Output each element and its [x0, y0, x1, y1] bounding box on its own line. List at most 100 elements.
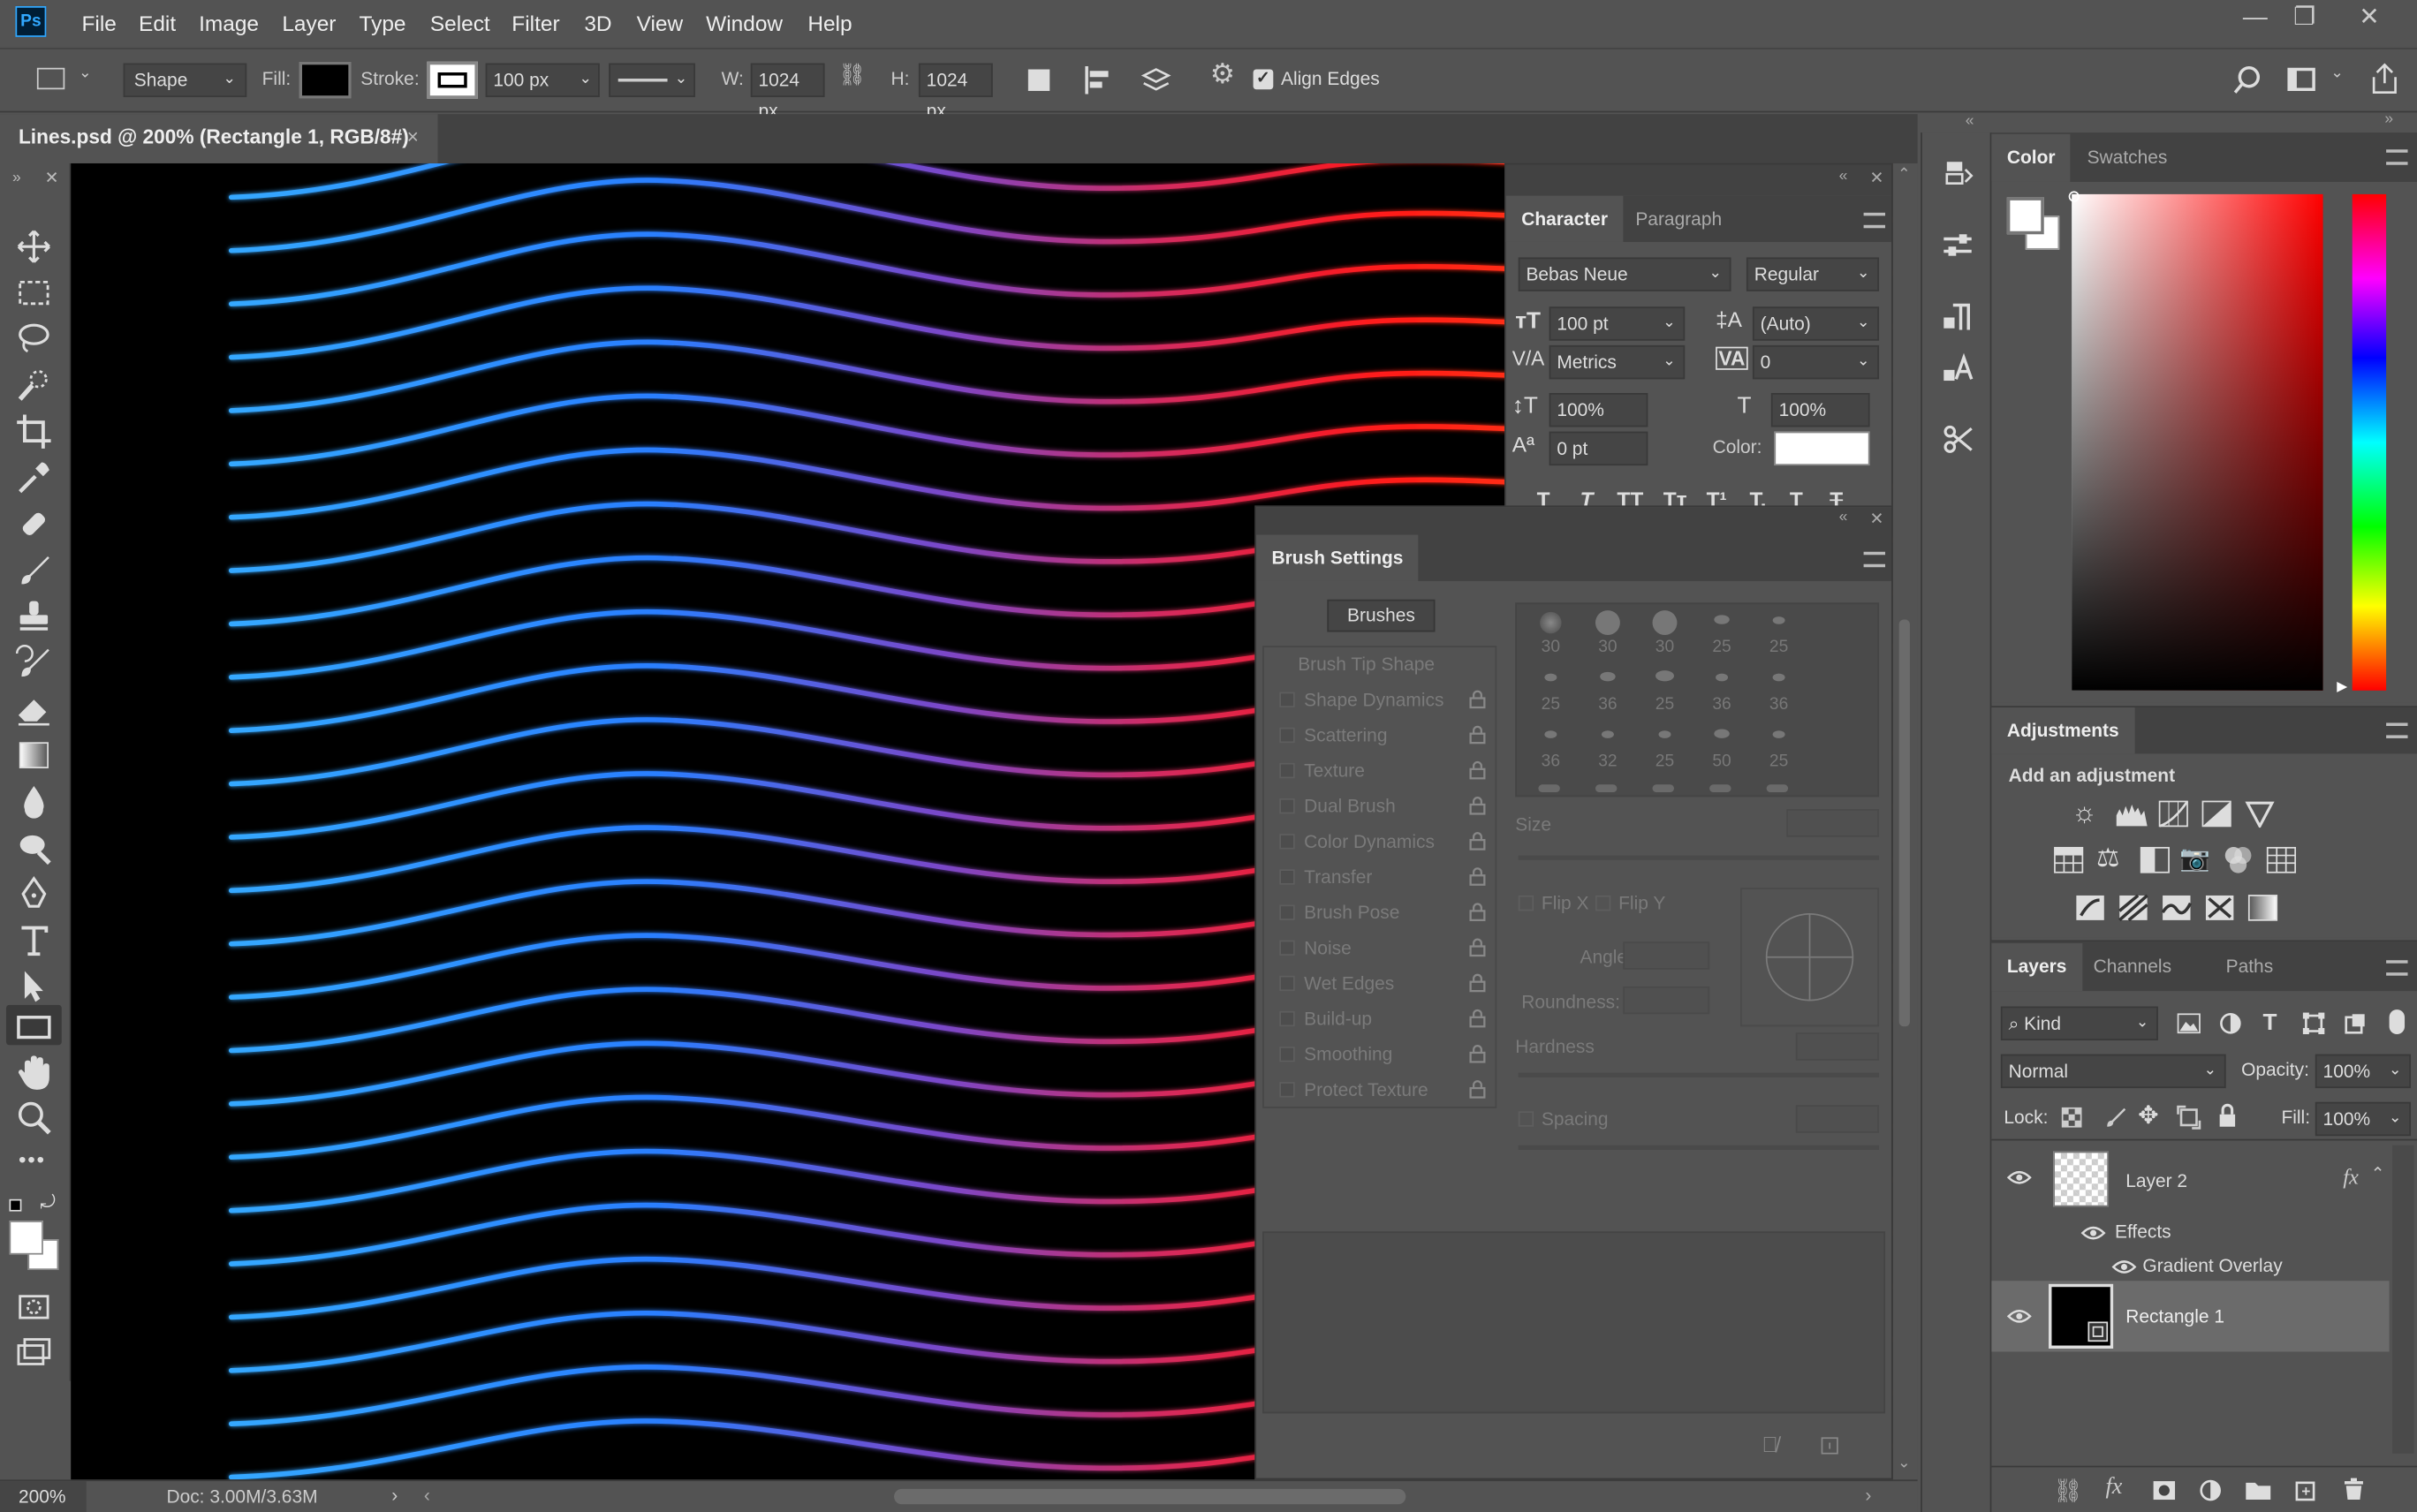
layer-effects-fx-icon[interactable]: fx — [2343, 1167, 2359, 1191]
filter-shape-layers-icon[interactable] — [2301, 1011, 2326, 1036]
hand-tool-icon[interactable] — [12, 1051, 56, 1094]
chevron-down-icon[interactable]: ⌄ — [79, 64, 92, 81]
vertical-scrollbar[interactable]: ⌃ ⌄ — [1892, 163, 1918, 1480]
chevron-down-icon[interactable]: ⌄ — [2330, 64, 2344, 81]
lock-all-icon[interactable] — [2216, 1103, 2238, 1129]
lock-icon[interactable] — [1469, 760, 1486, 780]
brush-tip-cell[interactable]: 30 — [1580, 608, 1636, 663]
hardness-slider[interactable] — [1518, 1072, 1880, 1077]
scroll-left-icon[interactable]: ‹ — [424, 1485, 430, 1506]
collapse-panels-icon[interactable]: » — [2384, 111, 2393, 128]
filter-pixel-layers-icon[interactable] — [2177, 1013, 2201, 1034]
photo-filter-icon[interactable]: 📷 — [2179, 843, 2210, 874]
workspace-icon[interactable] — [2287, 67, 2315, 91]
menu-filter[interactable]: Filter — [511, 0, 559, 46]
channel-mixer-icon[interactable] — [2223, 844, 2254, 875]
filter-type-layers-icon[interactable]: T — [2263, 1009, 2277, 1036]
lock-icon[interactable] — [1469, 831, 1486, 851]
brush-tip-cell[interactable]: 25 — [1637, 664, 1693, 720]
brush-tip-cell[interactable]: 30 — [1523, 608, 1579, 663]
healing-brush-tool-icon[interactable] — [12, 503, 56, 546]
stroke-type-select[interactable]: ⌄ — [609, 63, 695, 97]
brush-option-item[interactable]: Brush Pose — [1270, 896, 1496, 929]
lock-icon[interactable] — [1469, 1079, 1486, 1100]
gradient-tool-icon[interactable] — [12, 734, 56, 777]
spacing-checkbox[interactable] — [1518, 1111, 1534, 1127]
tab-adjustments[interactable]: Adjustments — [1991, 707, 2135, 754]
add-layer-style-icon[interactable]: fx — [2106, 1475, 2123, 1501]
tab-brush-settings[interactable]: Brush Settings — [1256, 534, 1419, 581]
filter-toggle-switch[interactable] — [2389, 1009, 2406, 1035]
rectangle-tool-preset-icon[interactable] — [36, 67, 65, 90]
default-colors-icon[interactable] — [9, 1198, 22, 1212]
angle-roundness-widget[interactable] — [1739, 888, 1880, 1027]
brush-option-checkbox[interactable] — [1279, 834, 1295, 850]
levels-icon[interactable] — [2115, 800, 2148, 828]
lock-icon[interactable] — [1469, 724, 1486, 745]
screen-mode-icon[interactable] — [12, 1332, 56, 1375]
close-window-icon[interactable]: ✕ — [2343, 0, 2395, 37]
path-selection-tool-icon[interactable] — [12, 964, 56, 1008]
scroll-down-icon[interactable]: ⌄ — [1898, 1455, 1911, 1471]
brush-option-item[interactable]: Shape Dynamics — [1270, 683, 1496, 716]
size-field[interactable] — [1786, 809, 1880, 837]
horizontal-scale-field[interactable]: 100% — [1770, 393, 1870, 427]
menu-view[interactable]: View — [637, 0, 684, 46]
brush-tip-cell[interactable]: 36 — [1580, 664, 1636, 720]
vertical-scroll-thumb[interactable] — [1898, 619, 1910, 1027]
marquee-tool-icon[interactable] — [12, 271, 56, 314]
visibility-eye-icon[interactable] — [2006, 1170, 2032, 1185]
layer-row-layer-2[interactable]: Layer 2 fx ⌃ Effects Gradient Overlay — [1991, 1145, 2389, 1281]
lock-icon[interactable] — [1469, 972, 1486, 993]
close-panel-icon[interactable]: ✕ — [1870, 168, 1884, 188]
quick-selection-tool-icon[interactable] — [12, 364, 56, 407]
collapse-effects-icon[interactable]: ⌃ — [2371, 1164, 2385, 1183]
dodge-tool-icon[interactable] — [12, 826, 56, 869]
baseline-shift-field[interactable]: 0 pt — [1549, 431, 1648, 466]
tab-layers[interactable]: Layers — [1991, 943, 2082, 992]
path-alignment-icon[interactable] — [1082, 64, 1116, 97]
menu-layer[interactable]: Layer — [282, 0, 336, 46]
hue-slider-marker-icon[interactable]: ▶ — [2337, 678, 2347, 695]
height-field[interactable]: 1024 px — [918, 63, 993, 122]
toggle-preview-icon[interactable]: 👁̸ — [1762, 1432, 1777, 1456]
lock-icon[interactable] — [1469, 937, 1486, 957]
new-layer-icon[interactable] — [2293, 1478, 2318, 1503]
menu-help[interactable]: Help — [807, 0, 852, 46]
black-white-icon[interactable] — [2140, 846, 2171, 873]
brush-option-checkbox[interactable] — [1279, 762, 1295, 779]
tab-character[interactable]: Character — [1505, 195, 1624, 242]
menu-image[interactable]: Image — [199, 0, 259, 46]
more-tools-icon[interactable]: ••• — [19, 1146, 46, 1171]
font-size-field[interactable]: 100 pt ⌄ — [1549, 306, 1686, 341]
color-lookup-icon[interactable] — [2266, 846, 2297, 873]
menu-window[interactable]: Window — [706, 0, 783, 46]
status-menu-arrow-icon[interactable]: › — [391, 1485, 398, 1506]
angle-field[interactable] — [1623, 941, 1710, 970]
blur-tool-icon[interactable] — [12, 780, 56, 823]
lock-image-pixels-icon[interactable] — [2103, 1105, 2127, 1130]
layer-name[interactable]: Rectangle 1 — [2125, 1305, 2224, 1327]
panel-menu-icon[interactable] — [2386, 149, 2408, 165]
menu-edit[interactable]: Edit — [139, 0, 176, 46]
brush-option-item[interactable]: Dual Brush — [1270, 790, 1496, 823]
flip-y-checkbox[interactable] — [1595, 895, 1611, 911]
panel-menu-icon[interactable] — [2386, 960, 2408, 976]
zoom-tool-icon[interactable] — [12, 1098, 56, 1141]
scroll-up-icon[interactable]: ⌃ — [1898, 166, 1911, 183]
stroke-width-field[interactable]: 100 px ⌄ — [485, 63, 600, 97]
new-brush-icon[interactable] — [1821, 1433, 1842, 1455]
curves-icon[interactable] — [2158, 800, 2189, 828]
restore-icon[interactable]: ❐ — [2278, 0, 2330, 37]
font-style-select[interactable]: Regular ⌄ — [1746, 257, 1880, 291]
paragraph-styles-panel-icon[interactable] — [1941, 299, 1974, 333]
document-tab[interactable]: Lines.psd @ 200% (Rectangle 1, RGB/8#) × — [0, 114, 438, 163]
tool-mode-select[interactable]: Shape ⌄ — [123, 63, 247, 97]
properties-panel-icon[interactable] — [1941, 228, 1974, 261]
scroll-right-icon[interactable]: › — [1865, 1485, 1871, 1506]
brush-option-item[interactable]: Color Dynamics — [1270, 825, 1496, 858]
gear-icon[interactable]: ⚙ — [1210, 58, 1235, 91]
threshold-icon[interactable] — [2161, 894, 2193, 921]
close-panel-icon[interactable]: ✕ — [45, 168, 59, 188]
lock-icon[interactable] — [1469, 902, 1486, 922]
